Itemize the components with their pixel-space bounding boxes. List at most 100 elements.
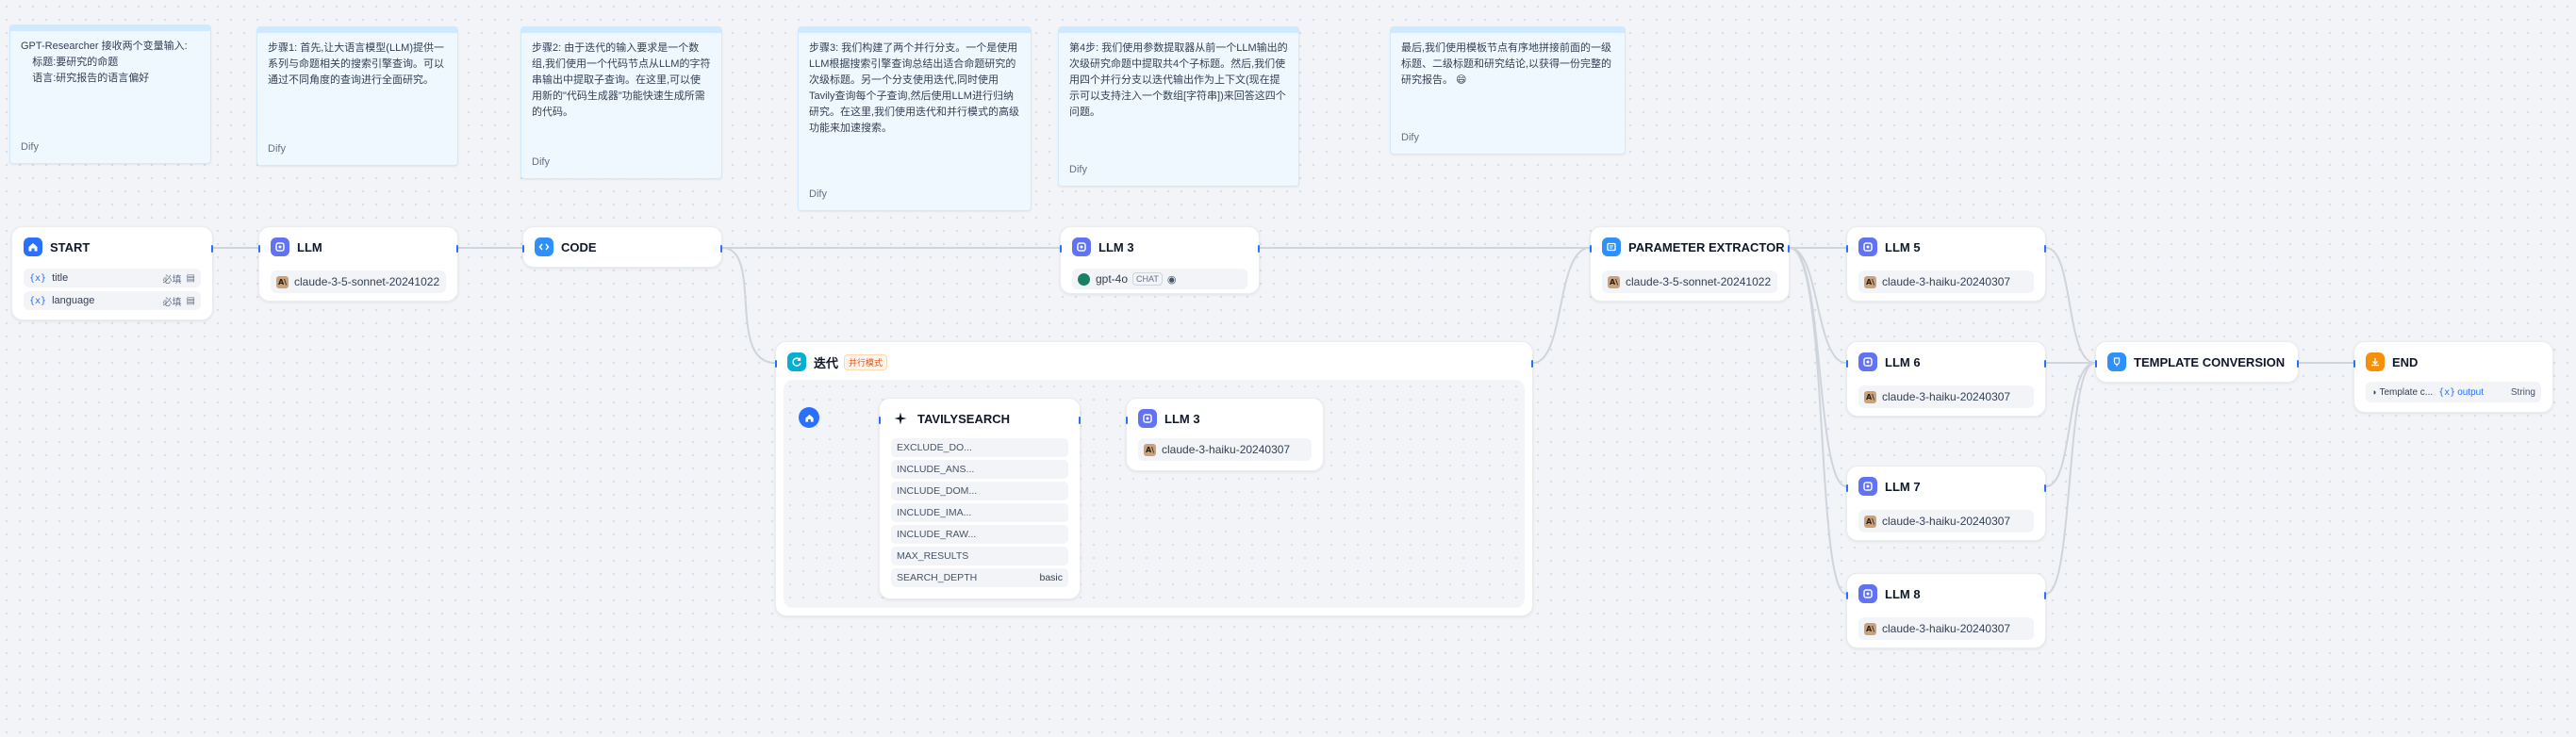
note-text: 第4步: 我们使用参数提取器从前一个LLM输出的次级研究命题中提取共4个子标题。… xyxy=(1069,42,1288,118)
end-icon xyxy=(2366,352,2385,371)
start-variable-title[interactable]: {x} title 必填 ▤ xyxy=(24,269,201,287)
start-node[interactable]: START {x} title 必填 ▤ {x} language 必填 ▤ xyxy=(11,226,213,320)
model-name: claude-3-haiku-20240307 xyxy=(1882,390,2011,403)
model-selector[interactable]: A\ claude-3-haiku-20240307 xyxy=(1858,270,2034,293)
model-selector[interactable]: A\ claude-3-haiku-20240307 xyxy=(1138,438,1312,461)
model-selector[interactable]: A\ claude-3-5-sonnet-20241022 xyxy=(271,270,446,293)
note-author: Dify xyxy=(809,188,827,200)
variable-name: title xyxy=(52,272,69,284)
output-handle[interactable] xyxy=(720,245,722,253)
param-name: EXCLUDE_DO... xyxy=(897,442,972,453)
param-row[interactable]: INCLUDE_ANS... xyxy=(891,460,1068,479)
note-step4[interactable]: 第4步: 我们使用参数提取器从前一个LLM输出的次级研究命题中提取共4个子标题。… xyxy=(1058,26,1299,187)
note-step3[interactable]: 步骤3: 我们构建了两个并行分支。一个是使用LLM根据搜索引擎查询总结出适合命题… xyxy=(798,26,1032,211)
iteration-start-node[interactable] xyxy=(799,407,819,428)
note-text: 步骤3: 我们构建了两个并行分支。一个是使用LLM根据搜索引擎查询总结出适合命题… xyxy=(809,42,1020,134)
input-handle[interactable] xyxy=(1846,360,1848,368)
input-handle[interactable] xyxy=(1846,484,1848,492)
output-handle[interactable] xyxy=(1258,245,1260,253)
input-handle[interactable] xyxy=(879,417,881,424)
param-row[interactable]: EXCLUDE_DO... xyxy=(891,438,1068,457)
parameter-extractor-node[interactable]: PARAMETER EXTRACTOR A\ claude-3-5-sonnet… xyxy=(1590,226,1790,302)
vision-icon: ◉ xyxy=(1166,273,1177,286)
llm-icon xyxy=(1858,584,1877,603)
llm3-node[interactable]: LLM 3 gpt-4o CHAT ◉ xyxy=(1060,226,1260,294)
output-handle[interactable] xyxy=(456,245,458,253)
llm-node[interactable]: LLM A\ claude-3-5-sonnet-20241022 xyxy=(258,226,458,302)
input-handle[interactable] xyxy=(1846,245,1848,253)
note-author: Dify xyxy=(268,143,286,155)
select-input-icon: ▤ xyxy=(186,295,195,306)
note-step2[interactable]: 步骤2: 由于迭代的输入要求是一个数组,我们使用一个代码节点从LLM的字符串输出… xyxy=(520,26,722,179)
home-icon xyxy=(24,237,42,256)
openai-icon xyxy=(1078,272,1090,286)
param-row[interactable]: MAX_RESULTS xyxy=(891,547,1068,565)
llm8-node[interactable]: LLM 8 A\ claude-3-haiku-20240307 xyxy=(1846,573,2046,648)
model-name: claude-3-haiku-20240307 xyxy=(1882,622,2011,635)
llm3-inner-node[interactable]: LLM 3 A\ claude-3-haiku-20240307 xyxy=(1126,398,1324,471)
note-final[interactable]: 最后,我们使用模板节点有序地拼接前面的一级标题、二级标题和研究结论,以获得一份完… xyxy=(1390,26,1626,155)
input-handle[interactable] xyxy=(775,360,777,368)
output-handle[interactable] xyxy=(2044,592,2046,599)
model-selector[interactable]: A\ claude-3-5-sonnet-20241022 xyxy=(1602,270,1777,293)
llm7-node[interactable]: LLM 7 A\ claude-3-haiku-20240307 xyxy=(1846,466,2046,541)
output-handle[interactable] xyxy=(2044,484,2046,492)
param-name: INCLUDE_RAW... xyxy=(897,529,977,540)
input-handle[interactable] xyxy=(2095,360,2097,368)
tavily-search-node[interactable]: TAVILYSEARCH EXCLUDE_DO... INCLUDE_ANS..… xyxy=(879,398,1081,599)
model-selector[interactable]: A\ claude-3-haiku-20240307 xyxy=(1858,617,2034,640)
llm-icon xyxy=(1858,237,1877,256)
param-row[interactable]: INCLUDE_RAW... xyxy=(891,525,1068,544)
output-source: Template c... xyxy=(2379,386,2434,398)
template-conversion-node[interactable]: TEMPLATE CONVERSION xyxy=(2095,341,2299,383)
required-label: 必填 xyxy=(162,274,182,286)
node-title: END xyxy=(2392,354,2419,369)
note-text: 步骤2: 由于迭代的输入要求是一个数组,我们使用一个代码节点从LLM的字符串输出… xyxy=(532,42,711,118)
input-handle[interactable] xyxy=(1126,417,1128,424)
edge-llm7-template xyxy=(2045,362,2096,487)
code-icon xyxy=(535,237,553,256)
start-variable-language[interactable]: {x} language 必填 ▤ xyxy=(24,291,201,310)
anthropic-icon: A\ xyxy=(1864,515,1876,528)
edge-extractor-llm6 xyxy=(1789,247,1847,364)
code-node[interactable]: CODE xyxy=(522,226,722,268)
output-handle[interactable] xyxy=(2044,245,2046,253)
output-handle[interactable] xyxy=(1531,360,1533,368)
param-row[interactable]: INCLUDE_IMA... xyxy=(891,503,1068,522)
input-handle[interactable] xyxy=(1590,245,1592,253)
input-handle[interactable] xyxy=(258,245,260,253)
param-row[interactable]: INCLUDE_DOM... xyxy=(891,482,1068,500)
input-handle[interactable] xyxy=(522,245,524,253)
output-variable: output xyxy=(2457,386,2485,398)
model-selector[interactable]: gpt-4o CHAT ◉ xyxy=(1072,269,1247,289)
node-title: LLM 3 xyxy=(1164,411,1200,426)
note-step1[interactable]: 步骤1: 首先,让大语言模型(LLM)提供一系列与命题相关的搜索引擎查询。可以通… xyxy=(256,26,458,166)
model-selector[interactable]: A\ claude-3-haiku-20240307 xyxy=(1858,510,2034,532)
end-node[interactable]: END ◑ Template c... {x} output String xyxy=(2353,341,2553,413)
note-intro[interactable]: GPT-Researcher 接收两个变量输入: 标题:要研究的命题 语言:研究… xyxy=(9,25,211,164)
llm5-node[interactable]: LLM 5 A\ claude-3-haiku-20240307 xyxy=(1846,226,2046,302)
output-handle[interactable] xyxy=(1079,417,1081,424)
input-handle[interactable] xyxy=(1846,592,1848,599)
mode-chip: CHAT xyxy=(1132,272,1163,286)
output-handle[interactable] xyxy=(211,245,213,253)
end-output-row[interactable]: ◑ Template c... {x} output String xyxy=(2366,382,2541,402)
anthropic-icon: A\ xyxy=(1864,390,1876,403)
node-title: PARAMETER EXTRACTOR xyxy=(1628,239,1785,254)
input-handle[interactable] xyxy=(2353,360,2355,368)
llm-icon xyxy=(1138,409,1157,428)
param-row[interactable]: SEARCH_DEPTH basic xyxy=(891,568,1068,587)
template-small-icon: ◑ xyxy=(2371,387,2377,397)
model-selector[interactable]: A\ claude-3-haiku-20240307 xyxy=(1858,385,2034,408)
anthropic-icon: A\ xyxy=(276,275,289,288)
output-handle[interactable] xyxy=(1788,245,1790,253)
output-handle[interactable] xyxy=(2297,360,2299,368)
anthropic-icon: A\ xyxy=(1864,622,1876,635)
param-name: MAX_RESULTS xyxy=(897,550,969,562)
input-handle[interactable] xyxy=(1060,245,1062,253)
node-title: CODE xyxy=(561,239,597,254)
edge-extractor-llm8 xyxy=(1789,247,1847,595)
extractor-icon xyxy=(1602,237,1621,256)
output-handle[interactable] xyxy=(2044,360,2046,368)
llm6-node[interactable]: LLM 6 A\ claude-3-haiku-20240307 xyxy=(1846,341,2046,417)
